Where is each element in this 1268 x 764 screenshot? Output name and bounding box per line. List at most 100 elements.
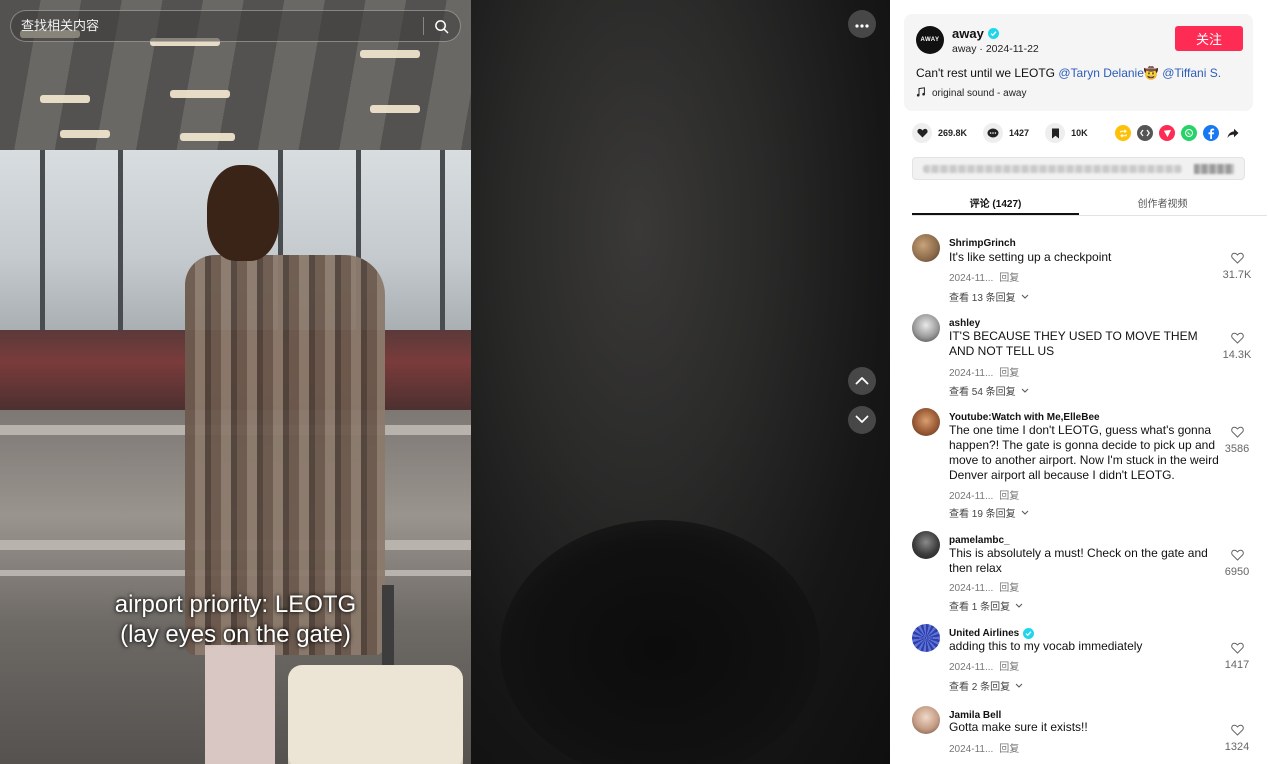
comment-date: 2024-11... <box>949 368 994 379</box>
view-replies-button[interactable]: 查看 2 条回复 <box>949 678 1023 693</box>
comment-item: pamelambc_ This is absolutely a must! Ch… <box>890 527 1268 613</box>
comment-username[interactable]: United Airlines <box>949 628 1035 639</box>
app-window: airport priority: LEOTG (lay eyes on the… <box>0 0 1268 764</box>
comment-meta: 2024-11... 回复 <box>949 364 1019 379</box>
comment-username[interactable]: ashley <box>949 318 980 329</box>
embed-icon[interactable] <box>1137 125 1153 141</box>
avatar[interactable] <box>912 624 940 652</box>
caption-line-1: airport priority: LEOTG <box>114 591 357 618</box>
share-arrow-icon[interactable] <box>1225 125 1241 141</box>
like-count: 269.8K <box>938 128 968 138</box>
suitcase <box>288 665 463 764</box>
comment-text: Gotta make sure it exists!! <box>949 720 1088 734</box>
stats-bar: 269.8K 1427 10K <box>912 123 1104 143</box>
description-text: Can't rest until we LEOTG <box>916 66 1059 80</box>
music-row[interactable]: original sound - away <box>916 87 1027 100</box>
more-options-button[interactable] <box>848 10 876 38</box>
view-replies-text: 查看 2 条回复 <box>949 682 1011 693</box>
author-name[interactable]: away <box>952 26 984 41</box>
comment-username[interactable]: pamelambc_ <box>949 535 1010 546</box>
comment-username-text: ashley <box>949 318 981 329</box>
comment-meta: 2024-11... 回复 <box>949 579 1019 594</box>
heart-icon <box>912 123 932 143</box>
mention-link-2[interactable]: @Tiffani S. <box>1162 66 1221 80</box>
author-avatar-text: AWAY <box>920 37 940 43</box>
repost-icon[interactable] <box>1115 125 1131 141</box>
whatsapp-icon[interactable] <box>1181 125 1197 141</box>
save-stat[interactable]: 10K <box>1045 123 1088 143</box>
chevron-down-icon <box>1015 600 1023 611</box>
comment-item: United Airlines adding this to my vocab … <box>890 620 1268 695</box>
side-panel: AWAY away away · 2024-11-22 关注 Can't res… <box>890 0 1268 764</box>
comment-like-button[interactable]: 1324 <box>1221 724 1253 753</box>
heart-icon <box>1221 426 1253 441</box>
comment-date: 2024-11... <box>949 273 994 284</box>
follow-button[interactable]: 关注 <box>1175 26 1243 51</box>
verified-icon <box>1023 628 1035 639</box>
chevron-down-icon <box>1021 507 1029 518</box>
reply-button[interactable]: 回复 <box>999 273 1019 284</box>
comment-stat[interactable]: 1427 <box>983 123 1029 143</box>
reply-button[interactable]: 回复 <box>999 491 1019 502</box>
view-replies-button[interactable]: 查看 19 条回复 <box>949 505 1029 520</box>
facebook-icon[interactable] <box>1203 125 1219 141</box>
comment-like-count: 31.7K <box>1222 269 1252 281</box>
search-icon[interactable] <box>432 17 450 35</box>
author-username-date: away · 2024-11-22 <box>952 43 1039 55</box>
mention-link-1[interactable]: @Taryn Delanie🤠 <box>1058 66 1159 80</box>
comment-like-button[interactable]: 3586 <box>1221 426 1253 455</box>
heart-icon <box>1221 252 1253 267</box>
view-replies-button[interactable]: 查看 1 条回复 <box>949 598 1023 613</box>
comment-like-button[interactable]: 6950 <box>1221 549 1253 578</box>
heart-icon <box>1221 642 1253 657</box>
comment-meta: 2024-11... 回复 <box>949 740 1019 755</box>
chevron-down-icon <box>1021 385 1029 396</box>
avatar[interactable] <box>912 531 940 559</box>
comment-like-button[interactable]: 14.3K <box>1221 332 1253 361</box>
avatar[interactable] <box>912 706 940 734</box>
video-player[interactable]: airport priority: LEOTG (lay eyes on the… <box>0 0 471 764</box>
music-note-icon <box>916 87 926 100</box>
next-video-button[interactable] <box>848 406 876 434</box>
comment-like-count: 1417 <box>1224 659 1250 671</box>
comment-date: 2024-11... <box>949 491 994 502</box>
view-replies-text: 查看 1 条回复 <box>949 602 1011 613</box>
video-area: airport priority: LEOTG (lay eyes on the… <box>0 0 890 764</box>
video-link-bar[interactable] <box>912 157 1245 180</box>
chevron-down-icon <box>855 411 869 429</box>
copy-link-button[interactable] <box>1194 163 1234 174</box>
save-count: 10K <box>1071 128 1088 138</box>
comment-like-count: 3586 <box>1224 443 1250 455</box>
blurred-link <box>923 164 1182 173</box>
previous-video-button[interactable] <box>848 367 876 395</box>
avatar[interactable] <box>912 234 940 262</box>
comment-item: Jamila Bell Gotta make sure it exists!! … <box>890 702 1268 762</box>
author-avatar[interactable]: AWAY <box>916 26 944 54</box>
avatar[interactable] <box>912 314 940 342</box>
comment-text: The one time I don't LEOTG, guess what's… <box>949 423 1219 482</box>
send-icon[interactable] <box>1159 125 1175 141</box>
author-card: AWAY away away · 2024-11-22 关注 Can't res… <box>904 14 1253 111</box>
view-replies-button[interactable]: 查看 13 条回复 <box>949 289 1029 304</box>
search-input[interactable] <box>21 18 415 34</box>
video-blurred-background <box>470 0 890 764</box>
reply-button[interactable]: 回复 <box>999 662 1019 673</box>
comment-like-button[interactable]: 31.7K <box>1221 252 1253 281</box>
comment-date: 2024-11... <box>949 744 994 755</box>
comment-date: 2024-11... <box>949 583 994 594</box>
comment-icon <box>983 123 1004 143</box>
avatar[interactable] <box>912 408 940 436</box>
heart-icon <box>1221 332 1253 347</box>
like-stat[interactable]: 269.8K <box>912 123 967 143</box>
tab-comments[interactable]: 评论 (1427) <box>912 190 1079 215</box>
reply-button[interactable]: 回复 <box>999 583 1019 594</box>
comment-username[interactable]: ShrimpGrinch <box>949 238 1016 249</box>
reply-button[interactable]: 回复 <box>999 744 1019 755</box>
panel-tabs: 评论 (1427) 创作者视频 <box>912 190 1267 216</box>
comment-like-button[interactable]: 1417 <box>1221 642 1253 671</box>
tab-creator-videos[interactable]: 创作者视频 <box>1079 190 1246 215</box>
comment-username[interactable]: Youtube:Watch with Me,ElleBee <box>949 412 1100 423</box>
reply-button[interactable]: 回复 <box>999 368 1019 379</box>
view-replies-button[interactable]: 查看 54 条回复 <box>949 383 1029 398</box>
comment-meta: 2024-11... 回复 <box>949 487 1019 502</box>
